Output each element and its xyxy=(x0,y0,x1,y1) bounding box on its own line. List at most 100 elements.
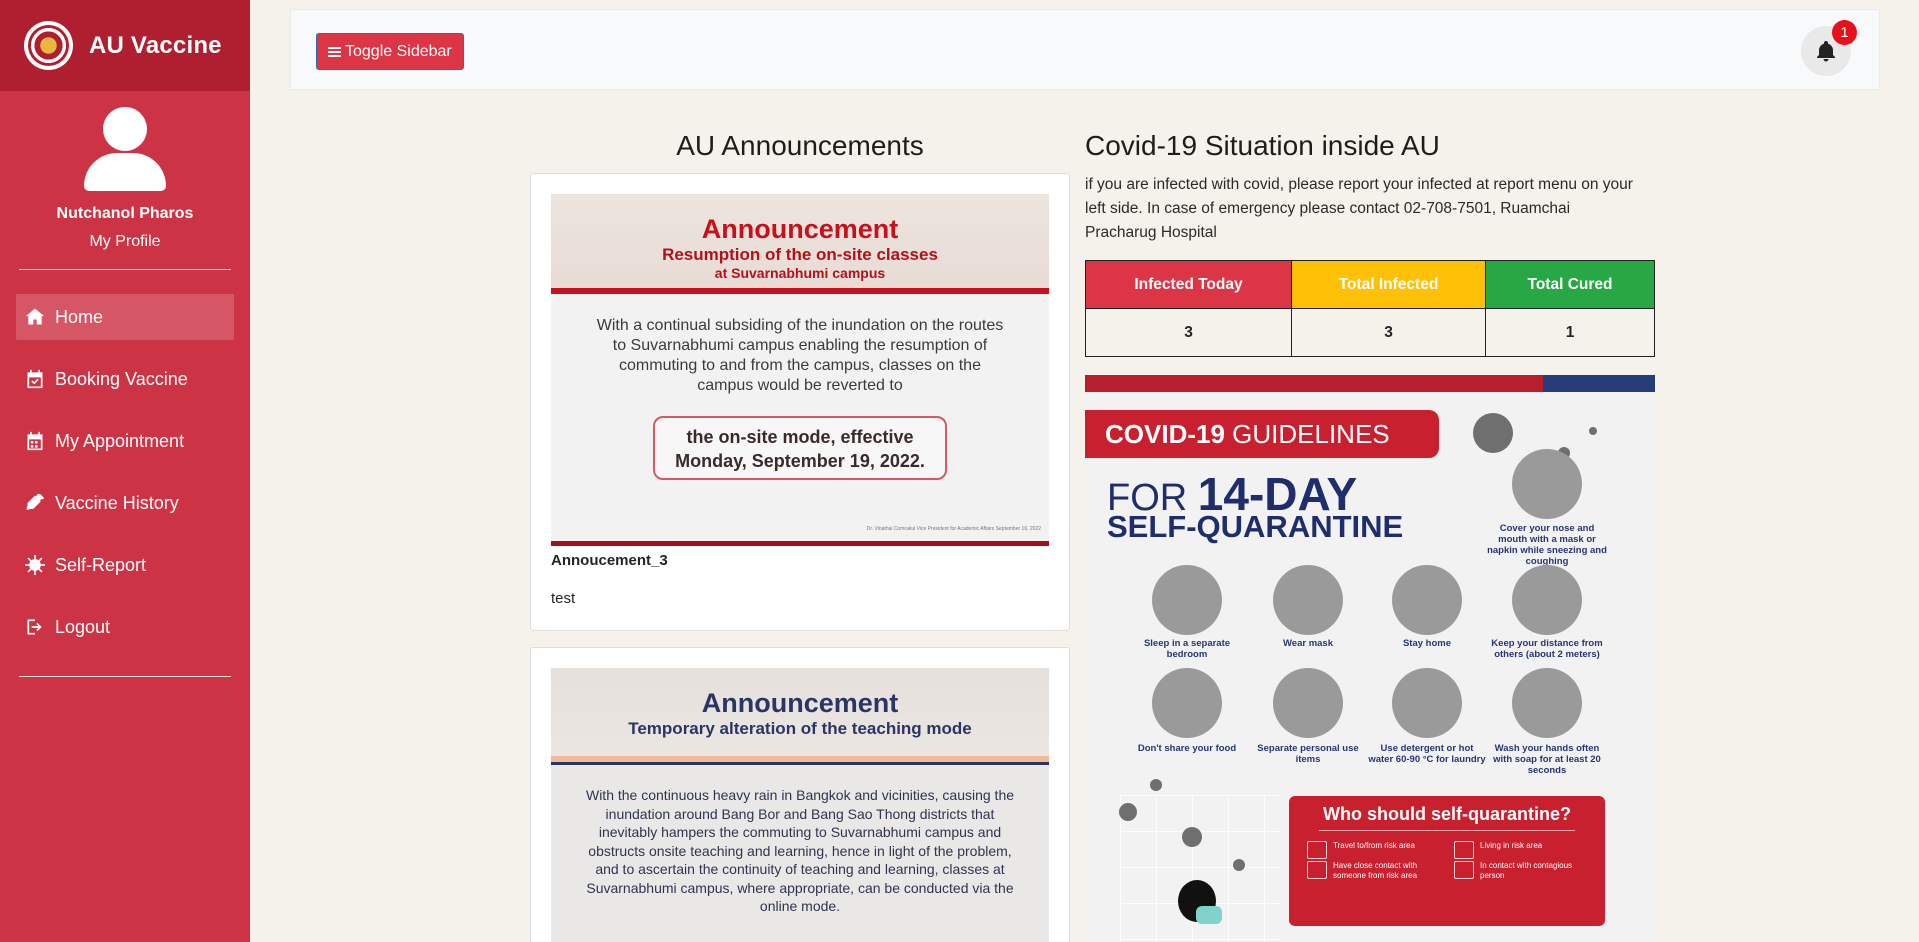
tip-caption: Cover your nose and mouth with a mask or… xyxy=(1487,523,1607,567)
announcement-card[interactable]: Announcement Resumption of the on-site c… xyxy=(530,173,1070,631)
poster-pill-bold: COVID-19 xyxy=(1105,419,1225,449)
announcement-name: Annoucement_3 xyxy=(551,552,668,569)
home-icon xyxy=(25,308,45,325)
masked-person-illustration xyxy=(1170,880,1230,942)
sidebar-divider xyxy=(19,269,231,270)
user-name: Nutchanol Pharos xyxy=(56,205,194,222)
total-infected-header: Total Infected xyxy=(1291,260,1486,309)
brand-title: AU Vaccine xyxy=(89,31,222,59)
who-should-quarantine-box: Who should self-quarantine? Travel to/fr… xyxy=(1289,796,1605,926)
image-headline: Announcement xyxy=(701,214,899,244)
brand[interactable]: AU Vaccine xyxy=(0,0,250,91)
image-highlight-box: the on-site mode, effective Monday, Sept… xyxy=(653,416,947,480)
my-profile-link[interactable]: My Profile xyxy=(0,233,250,251)
who-item: In contact with contagious person xyxy=(1450,861,1591,881)
who-item: Travel to/from risk area xyxy=(1303,841,1444,859)
sidebar-item-my-appointment[interactable]: My Appointment xyxy=(16,418,234,464)
virus-icon xyxy=(1589,427,1597,435)
logout-icon xyxy=(27,619,42,635)
image-footer-bar xyxy=(551,541,1049,546)
poster-pill: COVID-19 GUIDELINES xyxy=(1085,410,1439,458)
virus-icon xyxy=(1473,413,1513,453)
food-icon xyxy=(1152,668,1222,738)
tip-caption: Keep your distance from others (about 2 … xyxy=(1491,638,1603,660)
mask-icon xyxy=(1273,565,1343,635)
sidebar-item-booking-vaccine[interactable]: Booking Vaccine xyxy=(16,356,234,402)
image-signature: Dr. Vinathai Comrakul Vice President for… xyxy=(866,526,1041,532)
image-body-text: With a continual subsiding of the inunda… xyxy=(596,317,1004,394)
stay-home-icon xyxy=(1392,565,1462,635)
covid-guidelines-poster: COVID-19 GUIDELINES FOR 14-DAY SELF-QUAR… xyxy=(1085,375,1655,942)
announcement-image[interactable]: Announcement Temporary alteration of the… xyxy=(551,668,1049,942)
announcement-text: test xyxy=(551,590,576,607)
total-cured-value: 1 xyxy=(1485,308,1655,357)
announcement-card[interactable]: Announcement Temporary alteration of the… xyxy=(530,647,1070,942)
image-header: Announcement Resumption of the on-site c… xyxy=(551,194,1049,294)
tip-caption: Use detergent or hot water 60-90 °C for … xyxy=(1368,743,1486,765)
toggle-sidebar-button[interactable]: Toggle Sidebar xyxy=(316,33,464,70)
total-cured-header: Total Cured xyxy=(1485,260,1655,309)
poster-top-bar xyxy=(1085,375,1655,392)
image-subhead: Resumption of the on-site classes xyxy=(662,245,938,264)
notification-badge: 1 xyxy=(1832,20,1857,45)
sidebar-item-label: Logout xyxy=(55,616,111,637)
user-avatar-icon xyxy=(83,107,167,191)
tip-caption: Wear mask xyxy=(1283,638,1333,649)
announcement-image[interactable]: Announcement Resumption of the on-site c… xyxy=(551,194,1049,546)
topbar: Toggle Sidebar 1 xyxy=(290,9,1880,90)
sidebar-item-label: Self-Report xyxy=(55,554,147,575)
tip-caption: Sleep in a separate bedroom xyxy=(1143,638,1231,660)
tip-caption: Don't share your food xyxy=(1137,743,1237,754)
sidebar-item-label: Booking Vaccine xyxy=(55,368,188,389)
virus-icon xyxy=(1150,779,1162,791)
covid-description: if you are infected with covid, please r… xyxy=(1085,176,1633,241)
toggle-sidebar-label: Toggle Sidebar xyxy=(345,42,452,60)
bell-icon xyxy=(1817,41,1835,62)
virus-icon xyxy=(1119,803,1137,821)
calendar-check-icon xyxy=(27,369,43,389)
notification-button[interactable]: 1 xyxy=(1801,20,1857,76)
menu-icon xyxy=(328,45,341,59)
who-list: Travel to/from risk area Living in risk … xyxy=(1289,831,1605,881)
sidebar-nav: Home Booking Vaccine My Appointment Vacc… xyxy=(0,294,250,650)
infected-today-value: 3 xyxy=(1085,308,1292,357)
profile-section: Nutchanol Pharos My Profile xyxy=(0,91,250,251)
sidebar-item-vaccine-history[interactable]: Vaccine History xyxy=(16,480,234,526)
sidebar-item-label: My Appointment xyxy=(55,430,185,451)
virus-icon xyxy=(1182,827,1202,847)
image-subhead: Temporary alteration of the teaching mod… xyxy=(628,719,972,738)
image-subhead-2: at Suvarnabhumi campus xyxy=(714,265,886,281)
sidebar: AU Vaccine Nutchanol Pharos My Profile H… xyxy=(0,0,250,942)
total-infected-value: 3 xyxy=(1291,308,1486,357)
poster-pill-rest: GUIDELINES xyxy=(1224,419,1390,449)
who-item: Have close contact with someone from ris… xyxy=(1303,861,1444,881)
tip-caption: Wash your hands often with soap for at l… xyxy=(1493,743,1601,776)
cover-mouth-icon xyxy=(1512,449,1582,519)
virus-icon xyxy=(1233,859,1245,871)
personal-items-icon xyxy=(1273,668,1343,738)
image-body-text: With the continuous heavy rain in Bangko… xyxy=(585,787,1015,914)
sidebar-item-self-report[interactable]: Self-Report xyxy=(16,542,234,588)
sidebar-item-logout[interactable]: Logout xyxy=(16,604,234,650)
image-headline: Announcement xyxy=(701,688,899,718)
syringe-icon xyxy=(26,493,45,510)
bedroom-icon xyxy=(1152,565,1222,635)
covid-heading: Covid-19 Situation inside AU xyxy=(1085,130,1440,161)
virus-icon xyxy=(25,555,45,575)
poster-title-line2: SELF-QUARANTINE xyxy=(1107,509,1404,544)
announcements-heading: AU Announcements xyxy=(676,130,924,161)
infected-today-header: Infected Today xyxy=(1085,260,1292,309)
sidebar-divider xyxy=(19,676,231,677)
who-title: Who should self-quarantine? xyxy=(1323,804,1571,824)
who-item: Living in risk area xyxy=(1450,841,1591,859)
tip-caption: Separate personal use items xyxy=(1257,743,1359,765)
sidebar-item-label: Home xyxy=(55,306,104,327)
sidebar-item-label: Vaccine History xyxy=(55,492,179,513)
laundry-icon xyxy=(1392,668,1462,738)
image-header: Announcement Temporary alteration of the… xyxy=(551,668,1049,762)
sidebar-item-home[interactable]: Home xyxy=(16,294,234,340)
distance-icon xyxy=(1512,565,1582,635)
university-logo xyxy=(24,21,73,70)
calendar-icon xyxy=(27,431,43,451)
covid-stats-table: Infected Today Total Infected Total Cure… xyxy=(1085,260,1655,357)
